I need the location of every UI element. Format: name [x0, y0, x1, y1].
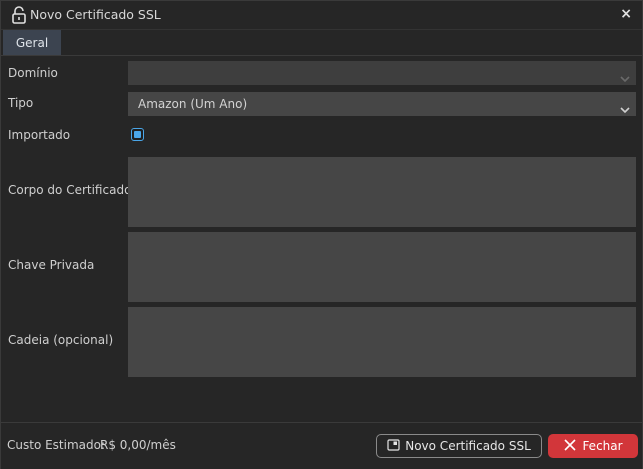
new-ssl-certificate-label: Novo Certificado SSL	[405, 439, 531, 453]
dialog-footer: Custo Estimado: R$ 0,00/mês Novo Certifi…	[1, 422, 642, 469]
close-window-button[interactable]: ×	[620, 6, 632, 22]
imported-checkbox[interactable]	[131, 128, 144, 141]
certificate-icon	[387, 438, 405, 454]
chain-label: Cadeia (opcional)	[8, 333, 114, 347]
certificate-body-label: Corpo do Certificado	[8, 183, 132, 197]
certificate-body-textarea[interactable]	[128, 157, 636, 227]
private-key-textarea[interactable]	[128, 232, 636, 302]
chevron-down-icon	[619, 99, 631, 114]
chevron-down-icon	[619, 68, 631, 83]
domain-label: Domínio	[8, 66, 58, 80]
window-title: Novo Certificado SSL	[30, 7, 161, 22]
type-label: Tipo	[8, 96, 34, 110]
close-button[interactable]: Fechar	[548, 434, 638, 458]
tab-bar: Geral	[1, 30, 642, 56]
imported-label: Importado	[8, 128, 71, 142]
lock-open-icon	[11, 6, 27, 24]
new-ssl-certificate-button[interactable]: Novo Certificado SSL	[376, 434, 542, 458]
estimated-cost-value: R$ 0,00/mês	[100, 438, 176, 452]
title-bar: Novo Certificado SSL ×	[1, 1, 642, 30]
checkbox-checked-mark	[134, 131, 141, 138]
chain-textarea[interactable]	[128, 307, 636, 377]
x-icon	[563, 438, 582, 455]
close-button-label: Fechar	[582, 439, 623, 453]
tab-geral[interactable]: Geral	[3, 30, 61, 55]
type-select-value: Amazon (Um Ano)	[138, 97, 248, 111]
private-key-label: Chave Privada	[8, 258, 95, 272]
dialog-window: Novo Certificado SSL × Geral Domínio Tip…	[0, 0, 643, 469]
type-select[interactable]: Amazon (Um Ano)	[128, 92, 636, 116]
domain-select[interactable]	[128, 61, 636, 85]
estimated-cost-label: Custo Estimado:	[7, 438, 106, 452]
